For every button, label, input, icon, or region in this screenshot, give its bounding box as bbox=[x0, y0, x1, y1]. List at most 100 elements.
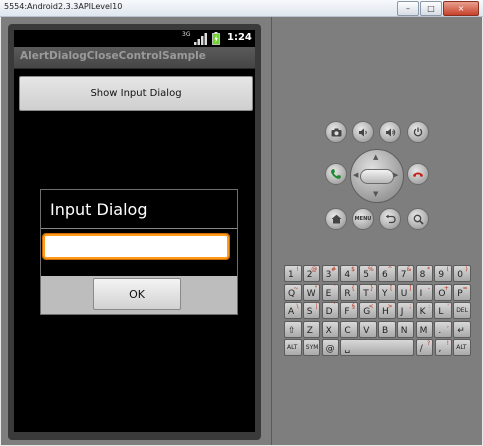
key-alt-label: \ bbox=[296, 303, 299, 310]
key-0-8[interactable]: 9( bbox=[434, 265, 452, 282]
key-alt-label: | bbox=[315, 303, 318, 310]
ok-button[interactable]: OK bbox=[93, 278, 181, 310]
key-label: SYM bbox=[305, 344, 319, 351]
key-2-7[interactable]: K: bbox=[415, 302, 434, 319]
key-0-0[interactable]: 1! bbox=[284, 265, 302, 282]
key-2-2[interactable]: D ` bbox=[321, 302, 340, 319]
key-2-1[interactable]: S | bbox=[302, 302, 321, 319]
close-button[interactable]: × bbox=[443, 1, 479, 16]
key-4-1[interactable]: SYM bbox=[302, 339, 321, 356]
key-0-3[interactable]: 4 $ bbox=[340, 265, 358, 282]
battery-icon bbox=[212, 32, 220, 45]
key-3-6[interactable]: N bbox=[396, 320, 415, 338]
dpad-down-icon[interactable]: ▼ bbox=[373, 191, 378, 198]
key-3-2[interactable]: X bbox=[321, 320, 340, 338]
key-alt-label: ; bbox=[409, 303, 412, 310]
menu-button[interactable]: MENU bbox=[352, 208, 374, 230]
key-1-0[interactable]: Q ~ bbox=[284, 283, 302, 301]
key-label: T bbox=[363, 288, 369, 299]
dpad-up-icon[interactable]: ▲ bbox=[373, 154, 378, 161]
key-label: ALT bbox=[287, 344, 298, 351]
key-1-7[interactable]: I- bbox=[415, 283, 434, 301]
call-button[interactable] bbox=[325, 163, 347, 185]
key-3-4[interactable]: V bbox=[359, 320, 377, 338]
key-2-8[interactable]: L ' bbox=[434, 302, 452, 319]
window-controls: – □ × bbox=[397, 1, 479, 16]
key-alt-label: @ bbox=[311, 266, 318, 273]
key-3-9[interactable]: ↵ bbox=[453, 320, 471, 338]
dialog-text-input[interactable] bbox=[42, 233, 230, 260]
key-4-4[interactable]: /? bbox=[415, 339, 434, 356]
status-time: 1:24 bbox=[227, 32, 252, 43]
key-1-2[interactable]: E ´ bbox=[321, 283, 340, 301]
key-alt-label: ) bbox=[465, 266, 468, 273]
key-3-5[interactable]: B bbox=[378, 320, 396, 338]
key-1-5[interactable]: Y[ bbox=[378, 283, 396, 301]
key-0-9[interactable]: 0) bbox=[453, 265, 471, 282]
key-4-5[interactable]: ,! bbox=[434, 339, 452, 356]
key-1-6[interactable]: U] bbox=[396, 283, 415, 301]
key-0-5[interactable]: 6 ^ bbox=[378, 265, 396, 282]
panel-divider bbox=[271, 17, 272, 445]
key-label: 1 bbox=[288, 270, 294, 280]
app-titlebar: AlertDialogCloseControlSample bbox=[14, 47, 255, 69]
volume-up-button[interactable] bbox=[379, 121, 401, 143]
dpad-center-button[interactable] bbox=[360, 169, 394, 184]
key-alt-label: ! bbox=[296, 266, 299, 273]
home-icon bbox=[331, 214, 341, 224]
key-1-9[interactable]: P = bbox=[453, 283, 471, 301]
key-3-7[interactable]: M bbox=[415, 320, 434, 338]
end-call-button[interactable] bbox=[407, 163, 429, 185]
dpad-left-icon[interactable]: ◀ bbox=[353, 172, 358, 179]
key-alt-label: - bbox=[427, 284, 431, 292]
volume-down-button[interactable] bbox=[352, 121, 374, 143]
key-3-8[interactable]: ., bbox=[434, 320, 452, 338]
key-4-2[interactable]: @ bbox=[321, 339, 340, 356]
signal-icon bbox=[194, 33, 207, 45]
key-label: ␣ bbox=[344, 344, 351, 354]
key-label: S bbox=[306, 307, 313, 317]
device-screen: 3G 1:24 AlertDialogCloseControlSample Sh… bbox=[14, 30, 255, 432]
search-button[interactable] bbox=[407, 208, 429, 230]
camera-icon bbox=[331, 128, 341, 136]
key-2-5[interactable]: H > bbox=[378, 302, 396, 319]
maximize-button[interactable]: □ bbox=[420, 1, 442, 16]
minimize-button[interactable]: – bbox=[397, 1, 419, 16]
key-1-4[interactable]: T} bbox=[359, 283, 377, 301]
key-3-0[interactable]: ⇧ bbox=[284, 320, 302, 338]
key-2-9[interactable]: DEL bbox=[453, 302, 471, 319]
phone-bezel: 3G 1:24 AlertDialogCloseControlSample Sh… bbox=[8, 24, 261, 440]
key-0-2[interactable]: 3 # bbox=[321, 265, 340, 282]
camera-button[interactable] bbox=[325, 121, 347, 143]
key-4-3[interactable]: ␣ bbox=[340, 339, 415, 356]
key-0-4[interactable]: 5% bbox=[359, 265, 377, 282]
key-0-1[interactable]: 2 @ bbox=[302, 265, 321, 282]
key-2-0[interactable]: A \ bbox=[284, 302, 302, 319]
key-1-8[interactable]: O + bbox=[434, 283, 452, 301]
show-input-dialog-button[interactable]: Show Input Dialog bbox=[19, 76, 253, 111]
back-button[interactable] bbox=[379, 208, 401, 230]
home-button[interactable] bbox=[325, 208, 347, 230]
key-0-6[interactable]: 7 & bbox=[396, 265, 415, 282]
key-2-4[interactable]: G < bbox=[359, 302, 377, 319]
key-1-1[interactable]: W " bbox=[302, 283, 321, 301]
key-1-3[interactable]: R{ bbox=[340, 283, 358, 301]
key-label: @ bbox=[325, 344, 335, 354]
key-label: 9 bbox=[438, 270, 445, 280]
key-4-0[interactable]: ALT bbox=[284, 339, 302, 356]
key-label: I bbox=[419, 288, 423, 299]
key-0-7[interactable]: 8 * bbox=[415, 265, 434, 282]
key-4-6[interactable]: ALT bbox=[453, 339, 471, 356]
key-label: N bbox=[400, 325, 408, 336]
search-icon bbox=[413, 214, 424, 225]
key-3-1[interactable]: Z bbox=[302, 320, 321, 338]
key-2-6[interactable]: J; bbox=[396, 302, 415, 319]
key-label: . bbox=[438, 325, 442, 336]
key-alt-label: + bbox=[443, 284, 449, 292]
key-alt-label: § bbox=[351, 303, 355, 310]
input-dialog: Input Dialog OK bbox=[40, 189, 238, 315]
key-3-3[interactable]: C bbox=[340, 320, 358, 338]
key-2-3[interactable]: F § bbox=[340, 302, 358, 319]
power-button[interactable] bbox=[407, 121, 429, 143]
key-alt-label: ~ bbox=[293, 284, 299, 292]
